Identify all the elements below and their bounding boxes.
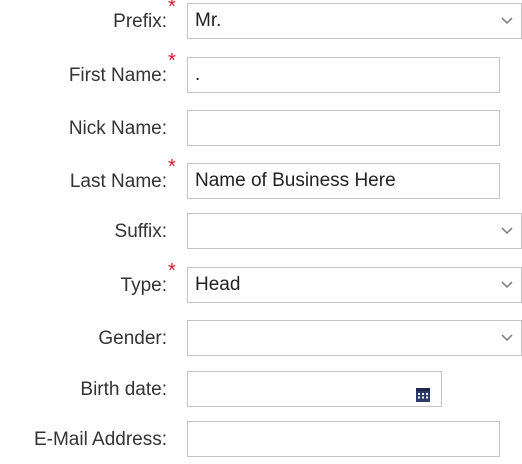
first-name-row: First Name: * . [0,51,522,95]
email-row: E-Mail Address: [0,421,522,459]
prefix-label-text: Prefix: [113,11,167,32]
chevron-down-icon[interactable] [493,214,521,248]
required-marker: * [168,50,176,72]
first-name-label: First Name: * [68,51,176,95]
prefix-select[interactable]: Mr. [187,3,522,39]
required-marker: * [168,156,176,178]
last-name-label: Last Name: * [69,157,176,201]
suffix-select[interactable] [187,213,522,249]
required-marker: * [168,260,176,282]
birth-date-row: Birth date: [0,371,522,409]
prefix-value: Mr. [195,10,222,31]
birth-date-input[interactable] [187,371,442,407]
chevron-down-icon[interactable] [493,268,521,302]
email-input[interactable] [187,421,500,457]
suffix-label: Suffix: [114,221,167,242]
type-label: Type: * [120,261,176,305]
first-name-value: . [195,64,201,85]
chevron-down-icon[interactable] [493,321,521,355]
gender-row: Gender: [0,320,522,358]
calendar-icon[interactable] [415,381,431,402]
nick-name-row: Nick Name: [0,110,522,148]
last-name-row: Last Name: * Name of Business Here [0,157,522,201]
nick-name-label: Nick Name: [68,118,167,139]
birth-date-label: Birth date: [80,379,167,400]
last-name-input[interactable]: Name of Business Here [187,163,500,199]
last-name-label-text: Last Name: [69,171,167,192]
type-row: Type: * Head [0,261,522,305]
prefix-row: Prefix: * Mr. [0,0,522,41]
first-name-input[interactable]: . [187,57,500,93]
contact-form: Prefix: * Mr. First Name: * . Nick Name: L… [0,0,522,464]
type-label-text: Type: [120,275,167,296]
required-marker: * [168,0,176,18]
nick-name-input[interactable] [187,110,500,146]
gender-label: Gender: [98,328,167,349]
last-name-value: Name of Business Here [195,170,396,191]
first-name-label-text: First Name: [68,65,167,86]
type-value: Head [195,274,241,295]
chevron-down-icon[interactable] [493,4,521,38]
email-label: E-Mail Address: [33,429,167,450]
suffix-row: Suffix: [0,213,522,251]
type-select[interactable]: Head [187,267,522,303]
prefix-label: Prefix: * [113,0,176,41]
gender-select[interactable] [187,320,522,356]
